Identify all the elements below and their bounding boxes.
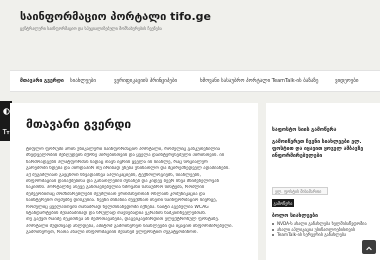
article-body: ტიფლო ფორუმი არის უნიკალური საინფორმაციო… (26, 147, 258, 237)
page-title: მთავარი გვერდი (26, 117, 132, 131)
nav-item-home[interactable]: მთავარი გვერდი (20, 71, 64, 91)
main-navigation: მთავარი გვერდი სიახლეები ვერიფიკაციის პრ… (10, 70, 380, 92)
site-header: საინფორმაციო პორტალი tifo.ge ცენტრალური … (0, 0, 380, 70)
subscribe-widget-title: საფოსტო სიის გამოწერა (272, 127, 337, 133)
recent-news-title: ბოლო სიახლეები (272, 213, 318, 219)
article-paragraph: მხედველობის შეზღუდვის მქონე პირებისთვის … (26, 153, 225, 159)
subscribe-widget-text: გამოიწერეთ ჩვენი სიახლეები ელ. ფოსტით და… (272, 139, 364, 159)
nav-item-teamtalk[interactable]: ხმოვანი სასაუბრო პორტალი TeamTalk-ის ბაზ… (200, 71, 318, 91)
nav-item-verification[interactable]: ვერიფიკაციის პრინციპები (114, 71, 177, 91)
subscribe-button[interactable]: გამოწერა (272, 199, 294, 207)
nav-item-news[interactable]: სიახლეები (70, 71, 96, 91)
email-field[interactable] (272, 187, 328, 195)
sidebar: საფოსტო სიის გამოწერა გამოიწერეთ ჩვენი ს… (266, 103, 380, 260)
text-size-icon (2, 128, 10, 135)
list-item[interactable]: TeamTalk-ის სერვერის განახლება (272, 232, 367, 238)
article-paragraph: გამოიწერეთ, რათა ახალი ინფორმაციის შესახ… (26, 230, 198, 236)
site-description: ცენტრალური საინფორმაციო და სპეციალიზებულ… (20, 26, 162, 31)
main-content: მთავარი გვერდი ტიფლო ფორუმი არის უნიკალუ… (10, 103, 258, 260)
contrast-icon (2, 107, 10, 115)
site-title[interactable]: საინფორმაციო პორტალი tifo.ge (20, 10, 211, 23)
recent-news-list: NVDA-ს ახალი განახლება ხელმისაწვდომია ახ… (272, 221, 367, 238)
scroll-top-button[interactable] (362, 240, 376, 254)
nav-item-videos[interactable]: ვიდეოები (335, 71, 358, 91)
article-paragraph: გარემოში ხდება და პირდაპირ თუ ირიბად ეხე… (26, 166, 230, 172)
scroll-top-icon (365, 238, 373, 257)
